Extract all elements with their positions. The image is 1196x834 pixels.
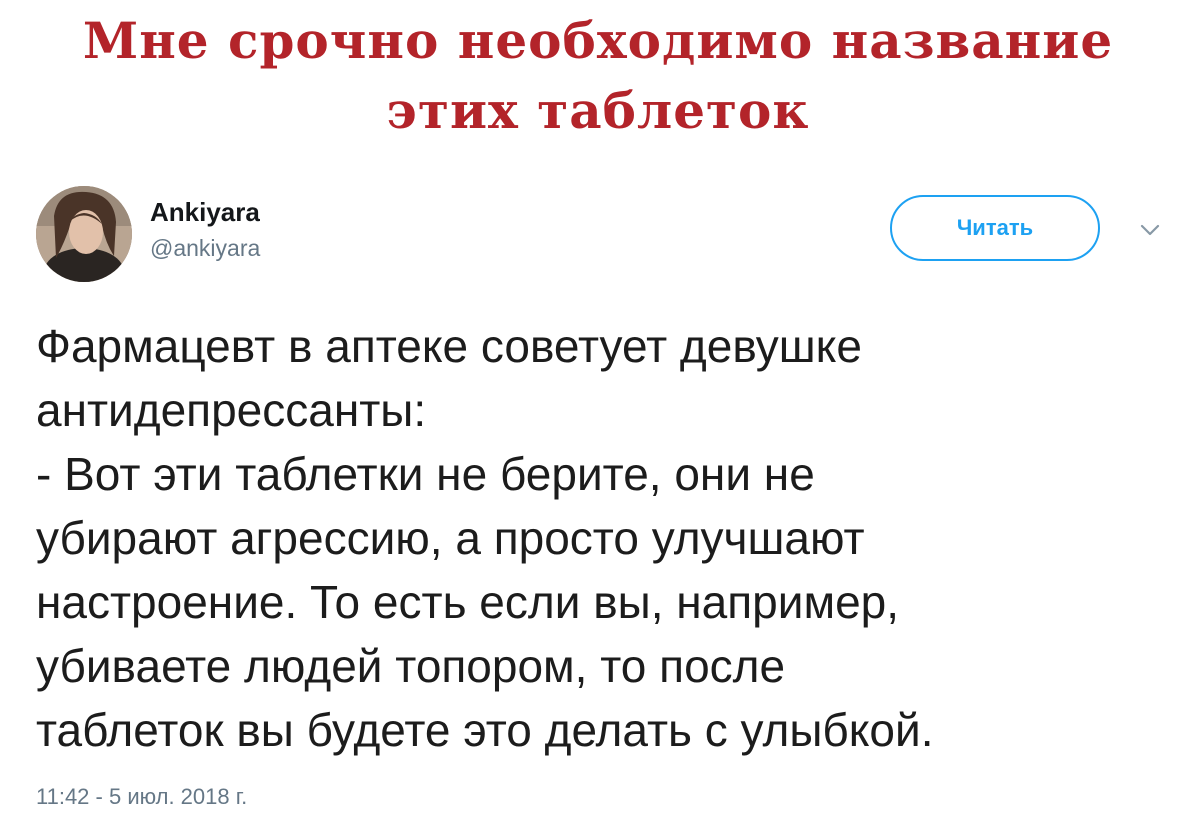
follow-button[interactable]: Читать bbox=[890, 195, 1100, 261]
meme-caption: Мне срочно необходимо название этих табл… bbox=[0, 6, 1196, 146]
author-handle[interactable]: @ankiyara bbox=[150, 232, 260, 264]
avatar-image bbox=[36, 186, 132, 282]
meme-caption-line-2: этих таблеток bbox=[386, 81, 810, 140]
meme-caption-line-1: Мне срочно необходимо название bbox=[82, 11, 1114, 70]
tweet-timestamp[interactable]: 11:42 - 5 июл. 2018 г. bbox=[36, 782, 247, 812]
avatar[interactable] bbox=[36, 186, 132, 282]
author-name[interactable]: Ankiyara bbox=[150, 196, 260, 228]
author-block: Ankiyara @ankiyara bbox=[150, 196, 260, 264]
tweet-text: Фармацевт в аптеке советует девушке анти… bbox=[36, 320, 934, 756]
chevron-down-icon[interactable] bbox=[1140, 222, 1160, 238]
